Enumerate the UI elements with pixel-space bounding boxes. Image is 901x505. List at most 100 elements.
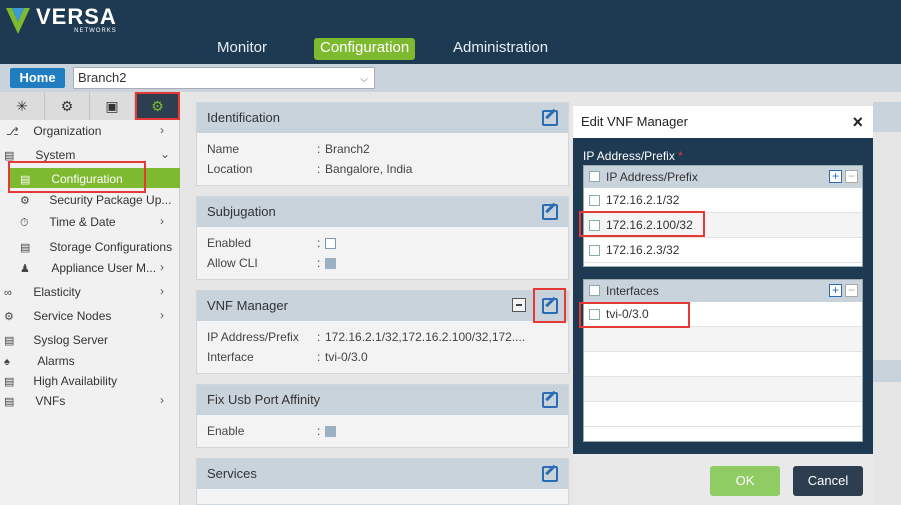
highlight-box-vnf-edit: [533, 288, 566, 323]
sidebar-item-label: Organization: [33, 124, 102, 138]
row-checkbox[interactable]: [589, 245, 600, 256]
enable-checkbox: [325, 424, 336, 438]
settings-badge-icon[interactable]: ⚙: [135, 92, 180, 120]
fix-usb-header: Fix Usb Port Affinity: [197, 385, 568, 415]
sidebar-item-high-availability[interactable]: ▤ High Availability: [4, 371, 117, 391]
remove-icon[interactable]: −: [845, 170, 858, 183]
sidebar-item-appliance-users[interactable]: ♟ Appliance User M...: [20, 258, 156, 278]
field-value: tvi-0/3.0: [325, 350, 368, 364]
remove-icon[interactable]: −: [845, 284, 858, 297]
background-panel-header: [873, 102, 901, 132]
chevron-right-icon[interactable]: ›: [160, 123, 164, 137]
highlight-box-ip-row: [579, 211, 705, 237]
package-icon: ⚙: [20, 195, 30, 207]
ip-grid-header: IP Address/Prefix + −: [584, 166, 862, 188]
sidebar-item-organization[interactable]: ⎇ Organization: [6, 121, 101, 141]
cancel-button[interactable]: Cancel: [793, 466, 863, 496]
services-panel: Services: [196, 458, 569, 505]
sidebar-item-syslog[interactable]: ▤ Syslog Server: [4, 330, 108, 350]
org-icon: ⎇: [6, 126, 19, 138]
empty-row: [584, 402, 862, 427]
interfaces-grid-header: Interfaces + −: [584, 280, 862, 302]
chevron-right-icon[interactable]: ›: [160, 393, 164, 407]
sidebar-item-label: Time & Date: [49, 215, 116, 229]
chevron-right-icon[interactable]: ›: [160, 308, 164, 322]
network-icon[interactable]: ✳: [0, 92, 45, 120]
sidebar-item-security-package[interactable]: ⚙ Security Package Up...: [20, 190, 171, 210]
collapse-icon[interactable]: [512, 298, 526, 312]
empty-row: [584, 377, 862, 402]
close-icon[interactable]: ×: [852, 106, 863, 138]
subjugation-header: Subjugation: [197, 197, 568, 227]
edit-icon[interactable]: [542, 466, 558, 482]
home-button[interactable]: Home: [10, 68, 65, 88]
select-all-checkbox[interactable]: [589, 285, 600, 296]
sidebar-item-label: Alarms: [37, 354, 75, 368]
chevron-down-icon: ⌵: [360, 74, 368, 85]
appliance-select-value: Branch2: [78, 70, 127, 85]
vnf-icon: ▤: [4, 396, 15, 408]
nav-administration[interactable]: Administration: [453, 38, 548, 60]
sidebar-item-label: Elasticity: [33, 285, 81, 299]
subjugation-panel: Subjugation Enabled : Allow CLI :: [196, 196, 569, 280]
edit-icon[interactable]: [542, 204, 558, 220]
field-label: Enabled: [207, 236, 252, 250]
field-label: Location: [207, 162, 253, 176]
nav-monitor[interactable]: Monitor: [217, 38, 267, 60]
sidebar-item-label: Syslog Server: [33, 333, 109, 347]
chevron-right-icon[interactable]: ›: [160, 260, 164, 274]
ip-value: 172.16.2.3/32: [606, 243, 680, 257]
ha-icon: ▤: [4, 376, 15, 388]
cube-icon[interactable]: ▣: [90, 92, 135, 120]
field-label: Interface: [207, 350, 254, 364]
ip-row[interactable]: 172.16.2.3/32: [584, 238, 862, 263]
panel-title: Services: [207, 466, 257, 481]
field-value: Bangalore, India: [325, 162, 413, 176]
sidebar-item-label: System: [35, 148, 76, 162]
allow-cli-checkbox: [325, 256, 336, 270]
ip-row[interactable]: 172.16.2.1/32: [584, 188, 862, 213]
chevron-right-icon[interactable]: ›: [160, 284, 164, 298]
panel-title: Subjugation: [207, 204, 276, 219]
add-icon[interactable]: +: [829, 170, 842, 183]
chevron-right-icon[interactable]: ›: [160, 214, 164, 228]
gear-icon[interactable]: ⚙: [45, 92, 90, 120]
sidebar-item-elasticity[interactable]: ∞ Elasticity: [4, 282, 81, 302]
versa-logo: VERSA NETWORKS: [4, 6, 117, 36]
server-icon: ▤: [4, 335, 15, 347]
sidebar-item-storage[interactable]: ▤ Storage Configurations: [20, 237, 172, 257]
colon: :: [317, 256, 321, 270]
colon: :: [317, 350, 321, 364]
edit-icon[interactable]: [542, 110, 558, 126]
ok-button[interactable]: OK: [710, 466, 780, 496]
field-value: Branch2: [325, 142, 370, 156]
sidebar-item-label: High Availability: [33, 374, 118, 388]
enabled-checkbox: [325, 236, 336, 250]
field-label: Enable: [207, 424, 245, 438]
colon: :: [317, 330, 321, 344]
sidebar-item-alarms[interactable]: ♠ Alarms: [4, 351, 75, 371]
vnf-manager-header: VNF Manager: [197, 291, 568, 321]
panel-title: Identification: [207, 110, 280, 125]
field-label: Allow CLI: [207, 256, 258, 270]
panel-title: VNF Manager: [207, 298, 288, 313]
chevron-down-icon[interactable]: ⌄: [160, 147, 170, 161]
sidebar-item-label: Security Package Up...: [49, 193, 172, 207]
top-header: VERSA NETWORKS Monitor Configuration Adm…: [0, 0, 901, 64]
appliance-select[interactable]: Branch2 ⌵: [73, 67, 375, 89]
sidebar-item-label: Appliance User M...: [51, 261, 157, 275]
edit-icon[interactable]: [542, 392, 558, 408]
sidebar-icon-tabs: ✳ ⚙ ▣ ⚙: [0, 92, 180, 120]
identification-header: Identification: [197, 103, 568, 133]
fix-usb-panel: Fix Usb Port Affinity Enable :: [196, 384, 569, 448]
sidebar-item-vnfs[interactable]: ▤ VNFs: [4, 391, 65, 411]
sidebar-item-time-date[interactable]: ⏱ Time & Date: [20, 212, 116, 232]
nav-configuration[interactable]: Configuration: [314, 38, 416, 60]
row-checkbox[interactable]: [589, 195, 600, 206]
select-all-checkbox[interactable]: [589, 171, 600, 182]
vnf-manager-panel: VNF Manager IP Address/Prefix : 172.16.2…: [196, 290, 569, 374]
add-icon[interactable]: +: [829, 284, 842, 297]
background-panel-header: [873, 360, 901, 382]
nodes-icon: ⚙: [4, 311, 14, 323]
sidebar-item-service-nodes[interactable]: ⚙ Service Nodes: [4, 306, 111, 326]
